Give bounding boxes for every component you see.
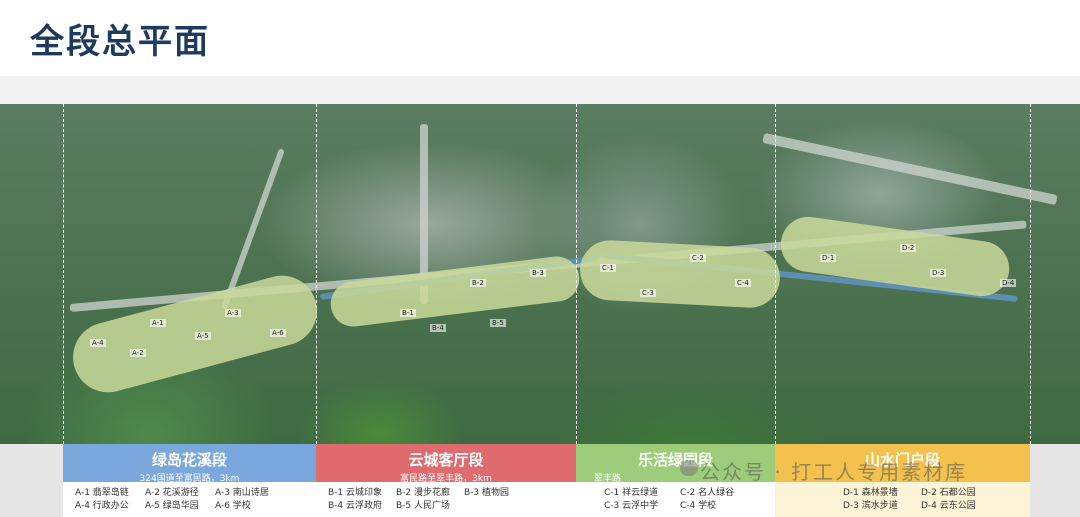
aerial-map: A-1 A-2 A-3 A-4 A-5 A-6 B-1 B-2 B-3 B-4 …	[0, 104, 1080, 444]
zone-b	[328, 253, 582, 330]
map-label: A-1	[150, 319, 166, 327]
list-item: B-3 植物园	[464, 488, 510, 498]
wechat-icon	[680, 460, 698, 476]
list-item: A-2 花溪游径	[145, 488, 199, 498]
list-item: D-4 云东公园	[921, 501, 976, 511]
map-label: D-4	[1000, 279, 1017, 287]
section-a-items: A-1 翡翠岛链 A-2 花溪游径 A-3 南山诗居 A-4 行政办公 A-5 …	[63, 482, 316, 517]
section-divider	[63, 104, 64, 444]
map-label: A-2	[130, 349, 146, 357]
list-item: C-2 名人绿谷	[680, 488, 735, 498]
list-item: A-3 南山诗居	[215, 488, 269, 498]
list-item: D-3 滨水步道	[843, 501, 898, 511]
map-label: B-4	[430, 324, 446, 332]
map-label: C-2	[690, 254, 706, 262]
section-divider	[576, 104, 577, 444]
section-a-panel: 绿岛花溪段 324国道至富民路，3km A-1 翡翠岛链 A-2 花溪游径 A-…	[63, 444, 316, 517]
header-strip	[0, 76, 1080, 104]
list-item: D-1 森林景墙	[843, 488, 898, 498]
section-divider	[316, 104, 317, 444]
page-title: 全段总平面	[30, 22, 210, 62]
map-label: A-3	[225, 309, 241, 317]
list-item: B-5 人民广场	[396, 501, 451, 511]
list-item: C-1 祥云绿道	[604, 488, 659, 498]
map-label: A-6	[270, 329, 286, 337]
map-label: B-3	[530, 269, 546, 277]
map-label: B-2	[470, 279, 486, 287]
map-label: A-5	[195, 332, 211, 340]
list-item: A-1 翡翠岛链	[75, 488, 129, 498]
left-gray-panel	[0, 444, 63, 517]
section-b-title: 云城客厅段	[408, 451, 484, 469]
list-item: C-3 云浮中学	[604, 501, 659, 511]
list-item: C-4 学校	[680, 501, 717, 511]
zone-c	[578, 238, 782, 310]
map-label: D-2	[900, 244, 917, 252]
section-divider	[1030, 104, 1031, 444]
map-label: C-4	[735, 279, 751, 287]
list-item: D-2 石都公园	[921, 488, 976, 498]
list-item: B-1 云城印象	[328, 488, 383, 498]
list-item: B-4 云浮政府	[328, 501, 383, 511]
map-label: C-3	[640, 289, 656, 297]
map-label: D-3	[930, 269, 947, 277]
section-c-items: C-1 祥云绿道 C-2 名人绿谷 C-3 云浮中学 C-4 学校	[576, 482, 775, 517]
map-label: D-1	[820, 254, 837, 262]
list-item: B-2 漫步花廊	[396, 488, 451, 498]
map-label: C-1	[600, 264, 616, 272]
map-label: A-4	[90, 339, 106, 347]
section-d-items: D-1 森林景墙 D-2 石都公园 D-3 滨水步道 D-4 云东公园	[775, 482, 1030, 517]
watermark: 公众号 · 打工人专用素材库	[700, 460, 968, 484]
section-divider	[775, 104, 776, 444]
list-item: A-6 学校	[215, 501, 251, 511]
section-b-items: B-1 云城印象 B-2 漫步花廊 B-3 植物园 B-4 云浮政府 B-5 人…	[316, 482, 576, 517]
section-b-panel: 云城客厅段 富民路至翠丰路，3km B-1 云城印象 B-2 漫步花廊 B-3 …	[316, 444, 576, 517]
list-item: A-4 行政办公	[75, 501, 129, 511]
list-item: A-5 绿岛华园	[145, 501, 199, 511]
map-label: B-1	[400, 309, 416, 317]
section-a-title: 绿岛花溪段	[151, 451, 227, 469]
map-label: B-5	[490, 319, 506, 327]
highway	[762, 132, 1058, 206]
right-gray-panel	[1030, 444, 1080, 517]
